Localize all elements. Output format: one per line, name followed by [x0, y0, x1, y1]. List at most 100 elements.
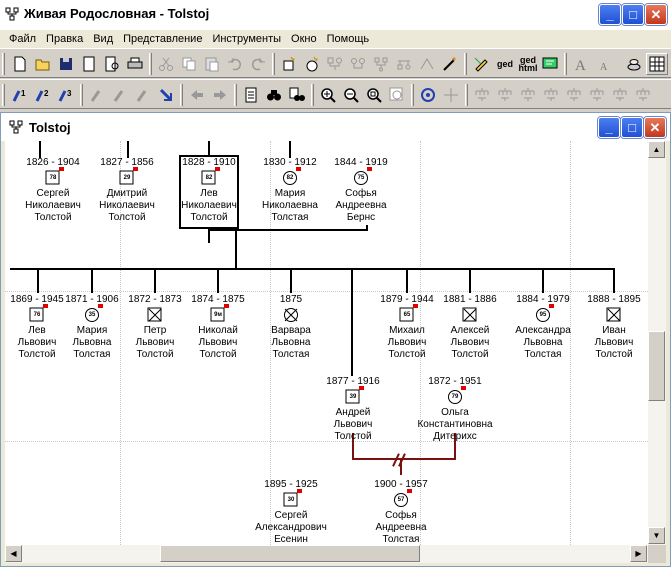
menu-tools[interactable]: Инструменты: [207, 33, 286, 45]
print-button[interactable]: [124, 53, 146, 75]
person-node[interactable]: 1875 Варвара Львовна Толстая: [241, 294, 341, 361]
generation-3-button[interactable]: 3: [55, 84, 77, 106]
find-next-button[interactable]: [286, 84, 308, 106]
printer-icon: [127, 57, 143, 69]
add-sibling-button[interactable]: [393, 53, 415, 75]
font-larger-button[interactable]: A: [570, 53, 592, 75]
layout-7-button[interactable]: [609, 84, 631, 106]
horizontal-scrollbar[interactable]: ◀ ▶: [5, 545, 648, 563]
go-to-root-button[interactable]: [155, 84, 177, 106]
child-icon: [374, 57, 388, 72]
relation-button[interactable]: [416, 53, 438, 75]
zoom-page-icon: [389, 87, 403, 101]
doc-maximize-button[interactable]: □: [621, 117, 643, 138]
person-node[interactable]: 1877 - 1916 39 Андрей Львович Толстой: [303, 376, 403, 443]
male-symbol-icon: 78: [45, 167, 64, 186]
vertical-scrollbar[interactable]: ▲ ▼: [648, 141, 666, 545]
person-node[interactable]: 1888 - 1895 Иван Львович Толстой: [564, 294, 648, 361]
doc-close-button[interactable]: ✕: [644, 117, 666, 138]
person-node[interactable]: 1872 - 1951 79 Ольга Константиновна Дитерихс: [405, 376, 505, 443]
stack-button[interactable]: [623, 53, 645, 75]
export-ged-button[interactable]: ged: [493, 53, 515, 75]
web-export-button[interactable]: [539, 53, 561, 75]
back-button[interactable]: [186, 84, 208, 106]
font-smaller-button[interactable]: A: [593, 53, 615, 75]
menu-view[interactable]: Вид: [88, 33, 118, 45]
add-parents-button[interactable]: [324, 53, 346, 75]
layout-8-button[interactable]: [632, 84, 654, 106]
generation-2-button[interactable]: 2: [32, 84, 54, 106]
save-button[interactable]: [55, 53, 77, 75]
ancestors-1-button[interactable]: [86, 84, 108, 106]
toolbar-grip[interactable]: [2, 84, 5, 106]
maximize-button[interactable]: □: [622, 4, 644, 25]
tree-connector: [400, 459, 402, 475]
document-icon: [245, 87, 257, 103]
toolbar-grip[interactable]: [2, 53, 5, 75]
center-icon: [444, 88, 458, 102]
add-spouse-button[interactable]: [347, 53, 369, 75]
zoom-in-button[interactable]: [317, 84, 339, 106]
scroll-down-button[interactable]: ▼: [648, 527, 665, 544]
close-button[interactable]: ✕: [645, 4, 667, 25]
ancestors-3-button[interactable]: [132, 84, 154, 106]
scroll-right-button[interactable]: ▶: [630, 545, 647, 562]
person-node[interactable]: 1895 - 1925 30 Сергей Александрович Есенин: [241, 479, 341, 545]
tree-connector: [208, 229, 210, 243]
paste-button[interactable]: [201, 53, 223, 75]
layout-6-button[interactable]: [586, 84, 608, 106]
undo-button[interactable]: [224, 53, 246, 75]
cut-button[interactable]: [155, 53, 177, 75]
wizard-button[interactable]: [439, 53, 461, 75]
menu-help[interactable]: Помощь: [322, 33, 375, 45]
horizontal-scroll-thumb[interactable]: [160, 545, 420, 562]
new-document-button[interactable]: [9, 53, 31, 75]
page-button[interactable]: [78, 53, 100, 75]
zoom-out-button[interactable]: [340, 84, 362, 106]
person-age: 82: [286, 175, 294, 181]
ancestors-2-button[interactable]: [109, 84, 131, 106]
refresh-button[interactable]: [417, 84, 439, 106]
layout-3-button[interactable]: [517, 84, 539, 106]
person-node[interactable]: 1900 - 1957 57 Софья Андреевна Толстая: [351, 479, 451, 545]
open-button[interactable]: [32, 53, 54, 75]
print-preview-button[interactable]: [101, 53, 123, 75]
menu-presentation[interactable]: Представление: [118, 33, 207, 45]
menu-edit[interactable]: Правка: [41, 33, 88, 45]
export-ged-html-button[interactable]: ged html: [516, 53, 538, 75]
scroll-up-button[interactable]: ▲: [648, 141, 665, 158]
vertical-scroll-thumb[interactable]: [648, 331, 665, 401]
forward-button[interactable]: [209, 84, 231, 106]
scroll-left-button[interactable]: ◀: [5, 545, 22, 562]
redo-button[interactable]: [247, 53, 269, 75]
person-years: 1872 - 1951: [428, 376, 482, 387]
edit-info-button[interactable]: [470, 53, 492, 75]
copy-button[interactable]: [178, 53, 200, 75]
minimize-button[interactable]: _: [599, 4, 621, 25]
add-person-button[interactable]: [278, 53, 300, 75]
zoom-actual-button[interactable]: [386, 84, 408, 106]
person-card-button[interactable]: [240, 84, 262, 106]
layout-4-button[interactable]: [540, 84, 562, 106]
marriage-line: [208, 229, 367, 231]
zoom-fit-button[interactable]: [363, 84, 385, 106]
grid-toggle-button[interactable]: [646, 53, 668, 75]
note-flag-icon: [59, 167, 64, 171]
document-window: Tolstoj _ □ ✕ 1826 - 1904 78 Сергей Нико…: [0, 112, 671, 567]
ancestors-icon: [90, 90, 101, 102]
layout-1-button[interactable]: [471, 84, 493, 106]
layout-5-button[interactable]: [563, 84, 585, 106]
note-flag-icon: [133, 167, 138, 171]
add-child-button[interactable]: [370, 53, 392, 75]
find-button[interactable]: [263, 84, 285, 106]
center-button[interactable]: [440, 84, 462, 106]
menu-window[interactable]: Окно: [286, 33, 322, 45]
layout-2-button[interactable]: [494, 84, 516, 106]
person-first-name: Ольга: [441, 407, 469, 418]
family-tree-canvas[interactable]: 1826 - 1904 78 Сергей Николаевич Толстой 1827…: [5, 141, 648, 545]
add-female-button[interactable]: [301, 53, 323, 75]
generation-1-button[interactable]: 1: [9, 84, 31, 106]
doc-minimize-button[interactable]: _: [598, 117, 620, 138]
menu-file[interactable]: Файл: [4, 33, 41, 45]
person-node[interactable]: 1844 - 1919 75 Софья Андреевна Бернс: [311, 157, 411, 224]
